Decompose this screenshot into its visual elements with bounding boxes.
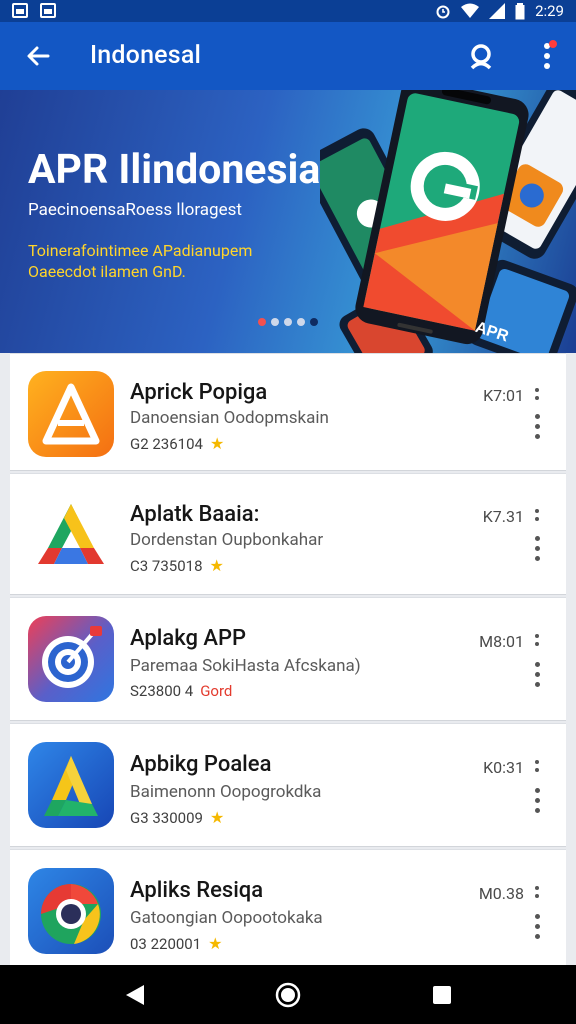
banner-subtitle: PaecinoensaRoess lloragest — [28, 200, 242, 220]
gallery-icon — [12, 3, 28, 18]
app-meta-value: G3 330009 — [130, 808, 203, 827]
banner-title: APR Ilindonesia — [28, 146, 321, 194]
app-developer: Gatoongian Oopootokaka — [130, 908, 323, 928]
nav-home-circle-icon[interactable] — [275, 982, 301, 1008]
app-developer: Baimenonn Oopogrokdka — [130, 782, 322, 802]
app-developer: Paremaa SokiHasta Afcskana) — [130, 656, 361, 676]
more-vert-icon[interactable] — [532, 536, 542, 564]
system-nav-bar — [0, 965, 576, 1024]
more-vert-icon[interactable] — [534, 634, 540, 650]
app-meta: C3 735018 ★ — [130, 556, 224, 575]
carousel-dot[interactable] — [271, 318, 279, 326]
more-vert-icon[interactable] — [532, 788, 542, 816]
app-meta: G2 236104 ★ — [130, 434, 224, 453]
app-icon-blue-a — [28, 742, 114, 828]
banner-tagline-2: Oaeecdot ilamen GnD. — [28, 262, 186, 281]
app-name: Aplatk Baaia: — [130, 502, 260, 527]
wifi-icon — [461, 3, 480, 18]
list-item[interactable]: Aplatk Baaia: Dordenstan Oupbonkahar C3 … — [10, 473, 566, 595]
image-icon — [40, 3, 56, 18]
nav-back-triangle-icon[interactable] — [122, 982, 148, 1008]
search-icon[interactable] — [466, 41, 496, 71]
status-time: 2:29 — [535, 2, 564, 20]
carousel-dot[interactable] — [310, 318, 318, 326]
app-size: K7.31 — [482, 507, 524, 526]
app-meta: S23800 4 Gord — [130, 682, 232, 700]
app-size: K0:31 — [483, 758, 524, 777]
star-icon: ★ — [209, 808, 225, 827]
app-list: Aprick Popiga Danoensian Oodopmskain G2 … — [0, 353, 576, 969]
app-meta: G3 330009 ★ — [130, 808, 224, 827]
app-icon-chrome-like — [28, 868, 114, 954]
app-meta-value: G2 236104 — [130, 434, 203, 453]
app-size: M0.38 — [478, 884, 524, 903]
nav-recents-square-icon[interactable] — [429, 982, 455, 1008]
app-bar: Indonesal — [0, 22, 576, 90]
carousel-dot[interactable] — [284, 318, 292, 326]
carousel-indicator[interactable] — [258, 318, 318, 326]
app-meta-value: C3 735018 — [130, 556, 203, 575]
app-meta: 03 220001 ★ — [130, 934, 223, 953]
more-vert-icon[interactable] — [532, 662, 542, 690]
star-icon: ★ — [209, 556, 224, 575]
arrow-left-icon[interactable] — [24, 42, 52, 70]
app-icon-triangle-a — [28, 492, 114, 578]
app-icon-target — [28, 616, 114, 702]
banner-tagline-1: Toinerafointimee APadianupem — [28, 241, 253, 260]
app-size: M8:01 — [479, 632, 524, 651]
star-icon: ★ — [209, 434, 225, 453]
more-vert-icon[interactable] — [537, 40, 557, 74]
app-name: Aprick Popiga — [130, 380, 268, 405]
page-title: Indonesal — [90, 41, 202, 70]
more-vert-icon[interactable] — [534, 886, 540, 902]
carousel-dot[interactable] — [297, 318, 305, 326]
banner-phones-illustration: APR — [320, 90, 576, 353]
more-vert-icon[interactable] — [532, 914, 542, 942]
alarm-icon — [436, 5, 450, 19]
signal-icon — [489, 3, 506, 19]
list-item[interactable]: Apbikg Poalea Baimenonn Oopogrokdka G3 3… — [10, 723, 566, 847]
notification-dot — [549, 40, 557, 48]
list-item[interactable]: Apliks Resiqa Gatoongian Oopootokaka 03 … — [10, 849, 566, 969]
app-developer: Dordenstan Oupbonkahar — [130, 530, 324, 550]
star-icon: ★ — [208, 934, 223, 953]
more-vert-icon[interactable] — [532, 414, 542, 442]
app-size: K7:01 — [483, 386, 524, 405]
app-meta-value: S23800 4 — [130, 682, 194, 700]
app-meta-value: 03 220001 — [130, 934, 202, 953]
status-bar: 2:29 — [0, 0, 576, 22]
app-developer: Danoensian Oodopmskain — [130, 408, 329, 428]
more-vert-icon[interactable] — [534, 509, 540, 525]
app-badge-label: Gord — [200, 682, 233, 700]
battery-icon — [515, 2, 525, 19]
app-icon-orange-a — [28, 371, 114, 457]
app-name: Aplakg APP — [130, 626, 247, 651]
carousel-dot[interactable] — [258, 318, 266, 326]
more-vert-icon[interactable] — [534, 760, 540, 776]
list-item[interactable]: Aprick Popiga Danoensian Oodopmskain G2 … — [10, 353, 566, 471]
list-item[interactable]: Aplakg APP Paremaa SokiHasta Afcskana) S… — [10, 597, 566, 721]
app-name: Apliks Resiqa — [130, 878, 264, 903]
promo-banner[interactable]: APR Ilindonesia PaecinoensaRoess llorage… — [0, 90, 576, 353]
app-name: Apbikg Poalea — [130, 752, 272, 777]
more-vert-icon[interactable] — [534, 388, 540, 404]
